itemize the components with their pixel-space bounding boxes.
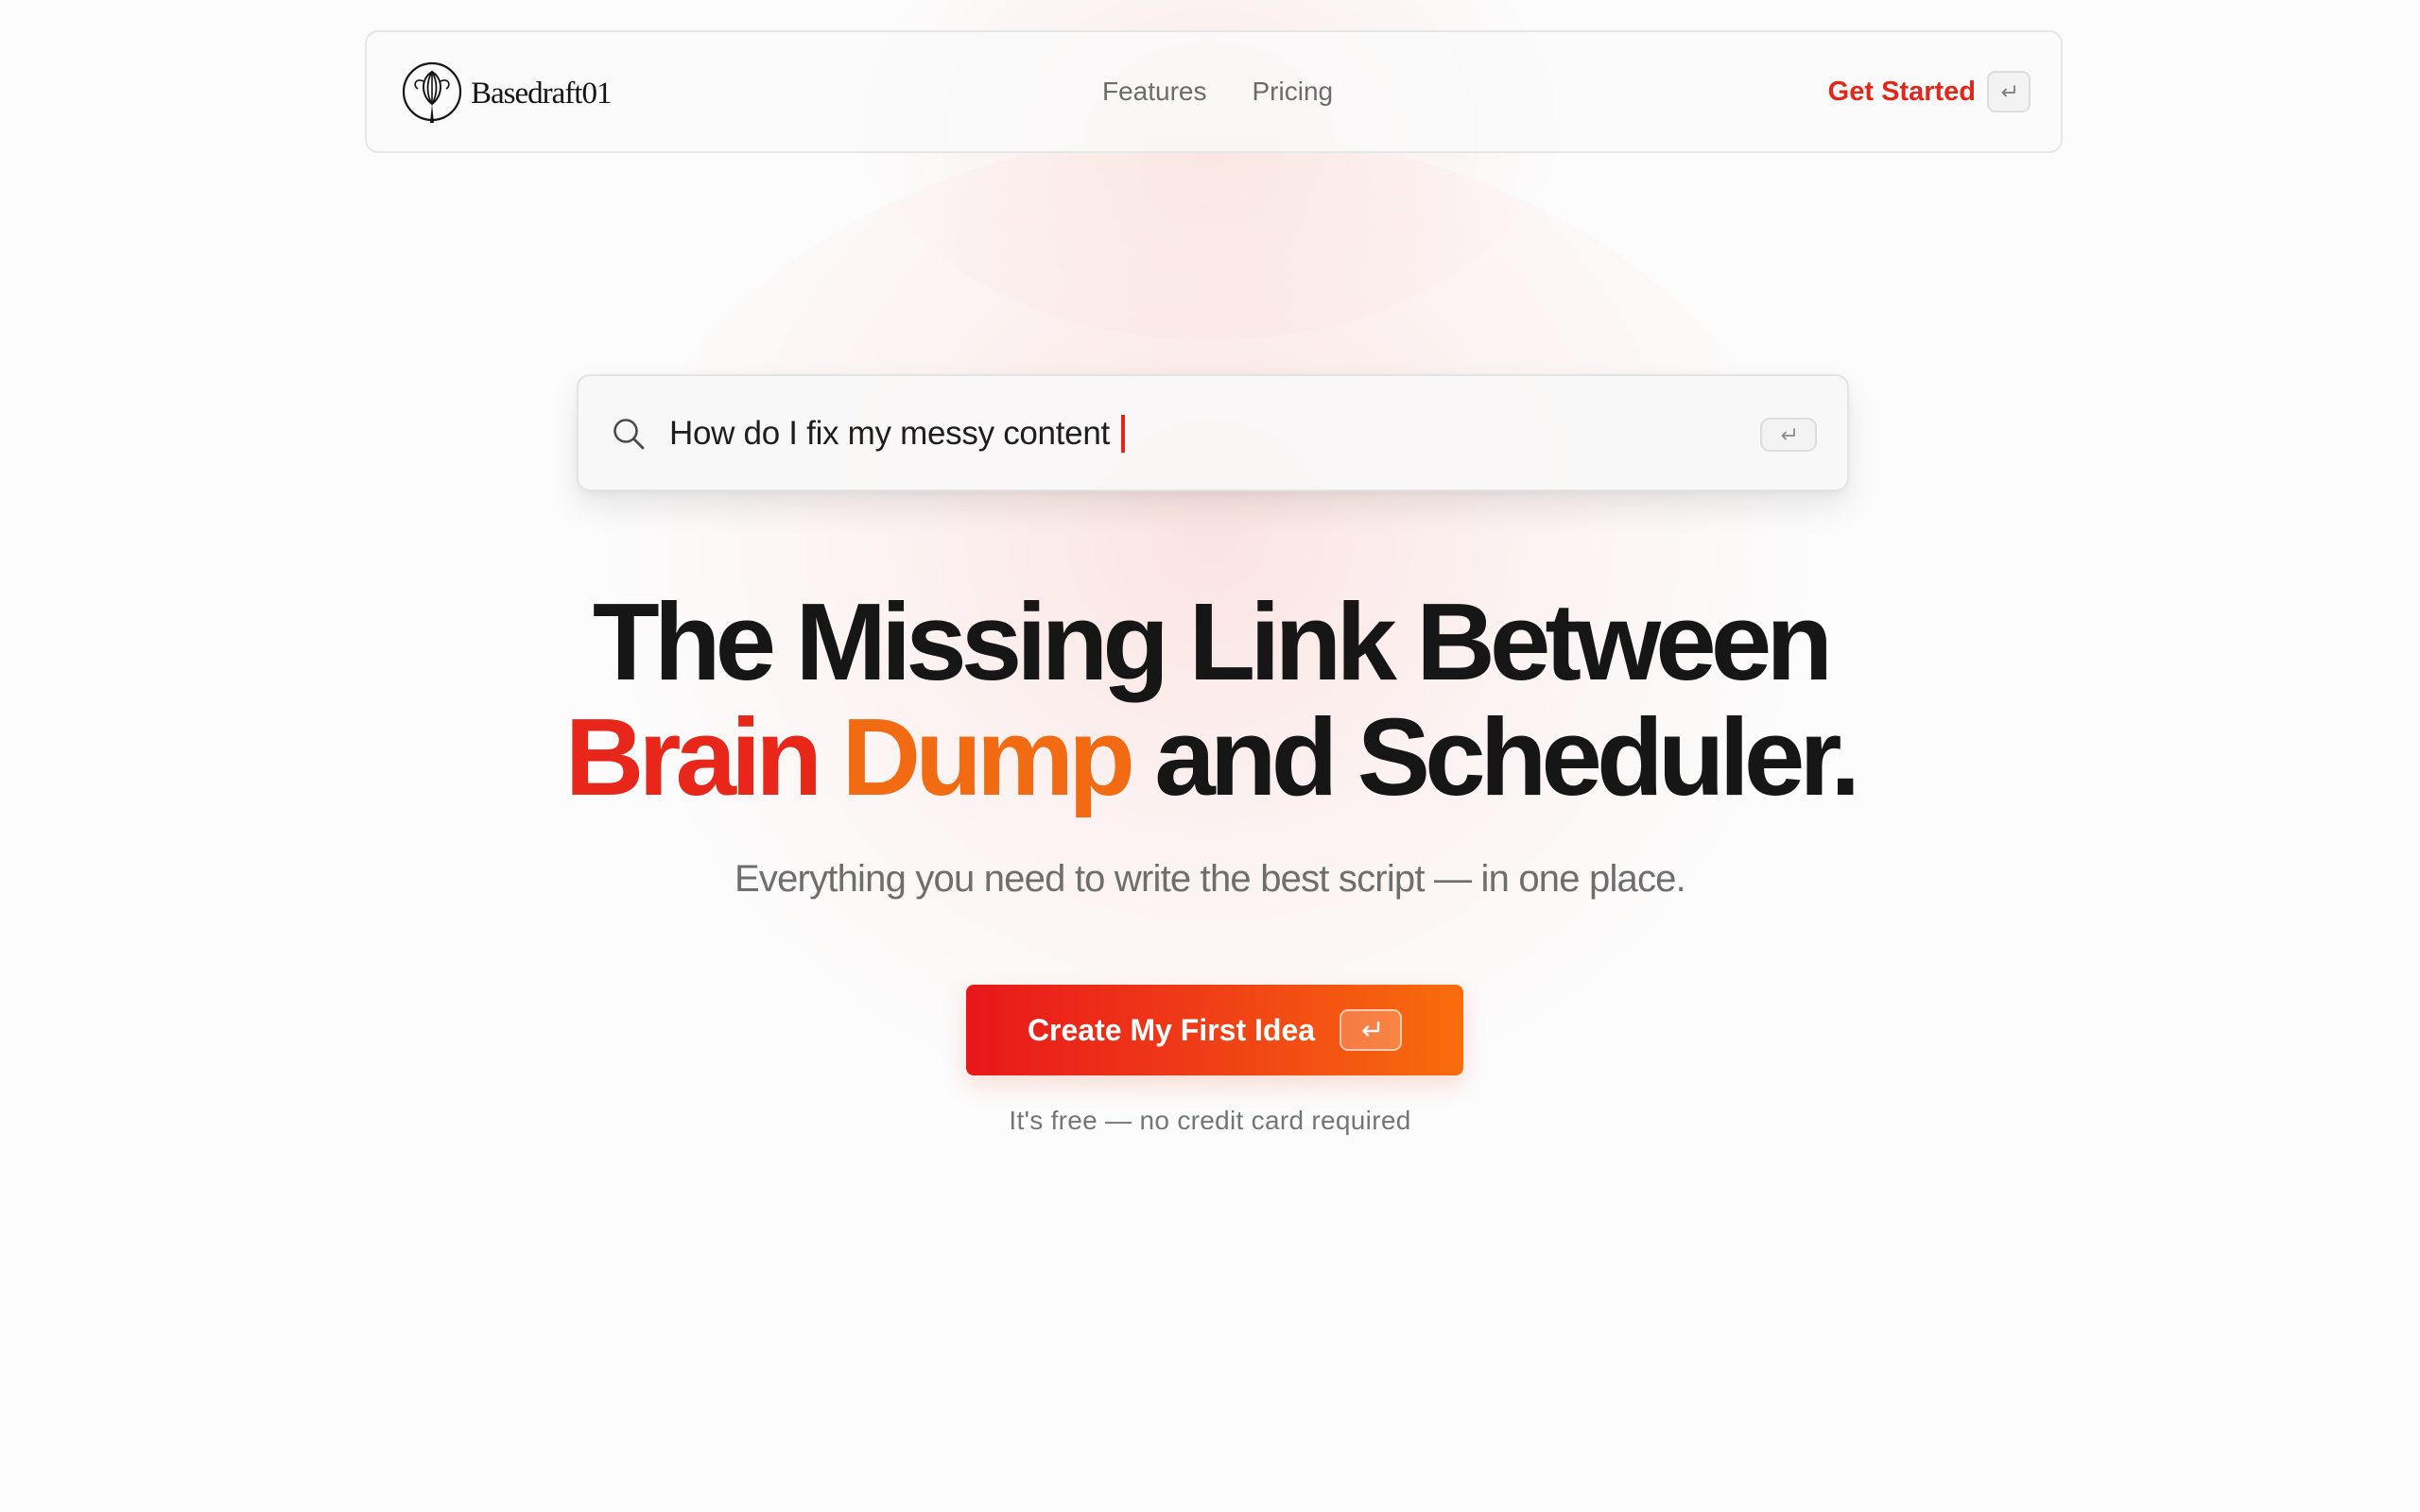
free-note: It's free — no credit card required: [1009, 1106, 1411, 1135]
hero-headline: The Missing Link Between Brain Dump and …: [265, 584, 2155, 815]
hero-subtitle: Everything you need to write the best sc…: [735, 858, 1686, 900]
get-started-label: Get Started: [1827, 76, 1976, 107]
text-caret: [1120, 415, 1125, 453]
search-input[interactable]: How do I fix my messy content: [669, 412, 1125, 455]
brand-name: Basedraft01: [471, 76, 612, 111]
navbar: Basedraft01 Features Pricing Get Started: [365, 30, 2063, 153]
create-first-idea-label: Create My First Idea: [1027, 1012, 1316, 1047]
nav-link-pricing[interactable]: Pricing: [1253, 77, 1334, 107]
enter-key-icon: [1987, 71, 2031, 112]
brand-link[interactable]: Basedraft01: [401, 60, 612, 127]
nav-link-features[interactable]: Features: [1102, 77, 1207, 107]
search-icon: [614, 419, 645, 450]
headline-dump: Dump: [841, 696, 1135, 818]
get-started-button[interactable]: Get Started: [1828, 71, 2031, 112]
search-bar[interactable]: How do I fix my messy content: [577, 374, 1849, 491]
headline-brain: Brain: [564, 696, 823, 818]
headline-rest: and Scheduler.: [1154, 696, 1860, 818]
headline-line-1: The Missing Link Between: [592, 580, 1833, 703]
search-input-value: How do I fix my messy content: [669, 415, 1110, 452]
headline-line-2: Brain Dump and Scheduler.: [265, 699, 2155, 815]
whisk-logo-icon: [402, 61, 462, 123]
nav-links: Features Pricing: [1102, 32, 1333, 151]
enter-key-icon: [1340, 1009, 1403, 1051]
create-first-idea-button[interactable]: Create My First Idea: [966, 985, 1463, 1075]
enter-key-icon[interactable]: [1760, 418, 1817, 452]
